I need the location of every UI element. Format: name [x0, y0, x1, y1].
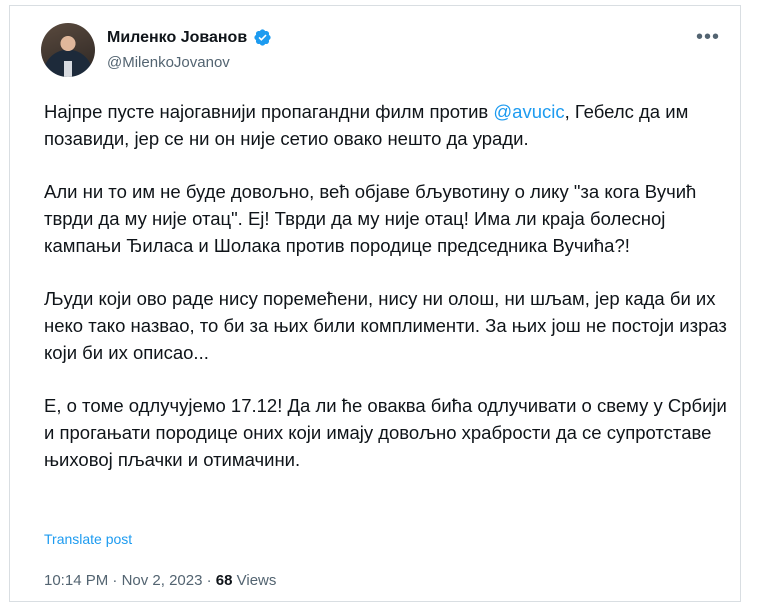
verified-badge-icon [254, 29, 271, 46]
tweet-text: Најпре пусте најогавнији пропагандни фил… [44, 98, 734, 499]
views-label: Views [232, 572, 277, 589]
author-name[interactable]: Миленко Јованов [107, 29, 247, 47]
tweet-paragraph-1: Најпре пусте најогавнији пропагандни фил… [44, 98, 734, 152]
author-row: Миленко Јованов [107, 28, 272, 47]
tweet-paragraph-4: Е, о томе одлучујемо 17.12! Да ли ће ова… [44, 395, 727, 470]
tweet-card: Миленко Јованов @MilenkoJovanov ••• Најп… [9, 5, 741, 602]
p1-text-before: Најпре пусте најогавнији пропагандни фил… [44, 101, 494, 122]
meta-separator: · [202, 572, 216, 589]
tweet-meta: 10:14 PM · Nov 2, 2023 · 68 Views [44, 572, 276, 589]
mention-link[interactable]: @avucic [493, 101, 564, 122]
views-count: 68 [215, 572, 233, 589]
more-options-icon[interactable]: ••• [696, 26, 720, 49]
tweet-paragraph-3: Људи који ово раде нису поремећени, нису… [44, 288, 727, 363]
translate-post-link[interactable]: Translate post [44, 531, 132, 547]
tweet-time[interactable]: 10:14 PM [44, 572, 108, 589]
avatar[interactable] [41, 23, 95, 77]
meta-separator: · [108, 572, 122, 589]
tweet-date[interactable]: Nov 2, 2023 [122, 572, 203, 589]
author-handle[interactable]: @MilenkoJovanov [107, 54, 230, 71]
tweet-paragraph-2: Али ни то им не буде довољно, већ објаве… [44, 181, 697, 256]
